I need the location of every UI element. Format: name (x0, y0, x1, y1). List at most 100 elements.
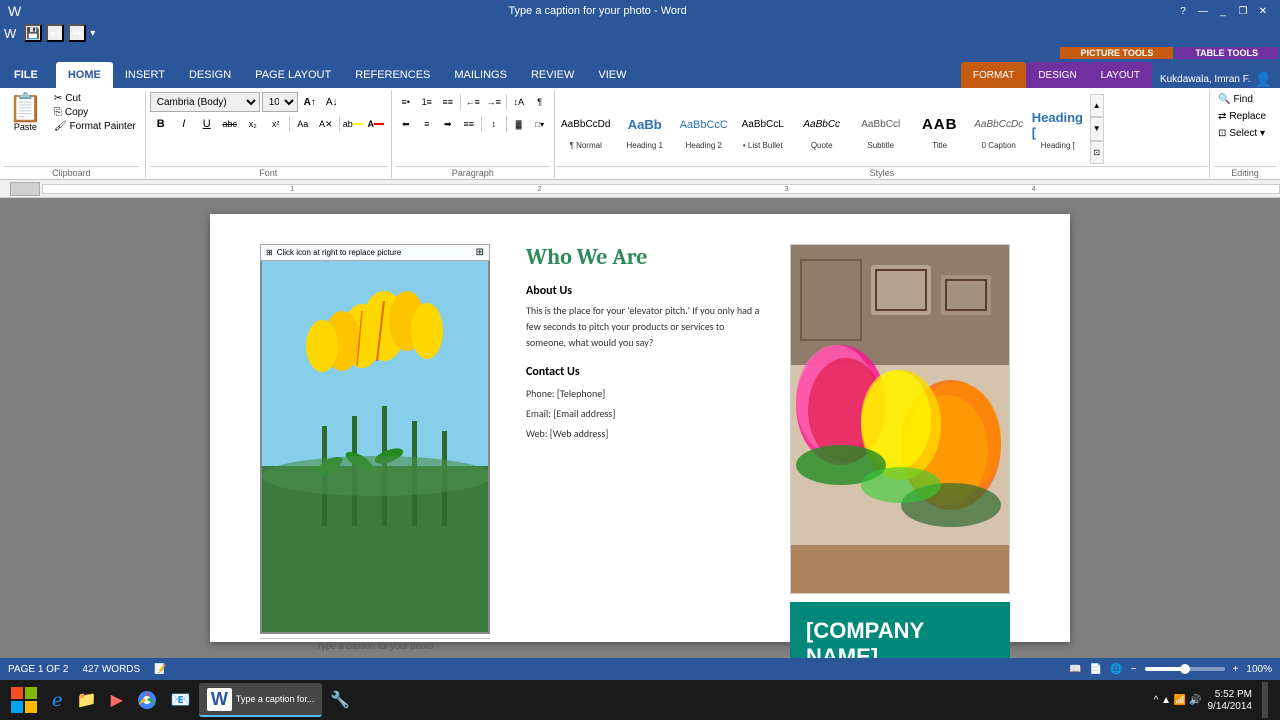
tab-layout[interactable]: LAYOUT (1089, 62, 1152, 88)
italic-button[interactable]: I (173, 114, 195, 134)
tab-references[interactable]: REFERENCES (343, 62, 442, 88)
style-normal[interactable]: AaBbCcDd ¶ Normal (557, 106, 615, 153)
increase-indent-button[interactable]: →≡ (484, 92, 504, 112)
taskbar-misc[interactable]: 🔧 (324, 683, 356, 717)
copy-button[interactable]: ⎘ Copy (51, 106, 139, 119)
word-count: 427 WORDS (82, 664, 140, 675)
multilevel-button[interactable]: ≡≡ (438, 92, 458, 112)
change-case-button[interactable]: Aa (292, 114, 314, 134)
style-heading2-preview: AaBbCcC (678, 109, 730, 141)
zoom-handle[interactable] (1180, 664, 1190, 674)
style-heading-context-preview: Heading [ (1032, 109, 1084, 141)
format-painter-icon: 🖌 (54, 121, 67, 132)
sort-button[interactable]: ↕A (509, 92, 529, 112)
status-bar: PAGE 1 OF 2 427 WORDS 📝 📖 📄 🌐 − + 100% (0, 658, 1280, 680)
highlight-button[interactable]: ab (342, 114, 364, 134)
paragraph-group: ≡• 1≡ ≡≡ ←≡ →≡ ↕A ¶ ⬅ ≡ ➡ ≡≡ ↕ ▓ □▾ (392, 90, 555, 178)
tab-file[interactable]: FILE (0, 62, 52, 88)
show-desktop-btn[interactable] (1262, 682, 1268, 718)
decrease-indent-button[interactable]: ←≡ (463, 92, 483, 112)
styles-expand[interactable]: ⊡ (1090, 141, 1104, 164)
undo-quick-btn[interactable]: ↩ (46, 24, 64, 42)
tab-review[interactable]: REVIEW (519, 62, 586, 88)
style-heading1[interactable]: AaBb Heading 1 (616, 106, 674, 153)
taskbar-media[interactable]: ▶ (105, 683, 129, 717)
tab-home[interactable]: HOME (56, 62, 113, 88)
styles-scroll-up[interactable]: ▲ (1090, 94, 1104, 117)
paste-button[interactable]: 📋 Paste (4, 92, 47, 134)
font-color-button[interactable]: A (365, 114, 387, 134)
ruler-marks: 1 2 3 4 (43, 185, 1279, 193)
clear-format-button[interactable]: A✕ (315, 114, 337, 134)
tab-page-layout[interactable]: PAGE LAYOUT (243, 62, 343, 88)
styles-scroll-arrows: ▲ ▼ ⊡ (1090, 94, 1104, 164)
zoom-out-btn[interactable]: − (1131, 664, 1137, 675)
underline-button[interactable]: U (196, 114, 218, 134)
borders-button[interactable]: □▾ (530, 114, 550, 134)
format-painter-button[interactable]: 🖌 Format Painter (51, 120, 139, 133)
strikethrough-button[interactable]: abc (219, 114, 241, 134)
bullets-button[interactable]: ≡• (396, 92, 416, 112)
style-subtitle[interactable]: AaBbCcl Subtitle (852, 106, 910, 153)
style-quote-label: Quote (811, 141, 833, 150)
web-layout-icon[interactable]: 🌐 (1110, 664, 1122, 675)
subscript-button[interactable]: x₂ (242, 114, 264, 134)
ribbon-display-button[interactable]: — (1194, 4, 1212, 18)
para-sep3 (481, 116, 482, 132)
photo-caption[interactable]: Type a caption for your photo (260, 641, 490, 651)
bold-button[interactable]: B (150, 114, 172, 134)
replace-button[interactable]: ⇄ Replace (1214, 109, 1276, 124)
taskbar-file-manager[interactable]: 📁 (71, 683, 103, 717)
increase-font-button[interactable]: A↑ (300, 92, 320, 112)
align-right-button[interactable]: ➡ (438, 114, 458, 134)
taskbar-word[interactable]: W Type a caption for... (199, 683, 323, 717)
justify-button[interactable]: ≡≡ (459, 114, 479, 134)
taskbar-outlook[interactable]: 📧 (165, 683, 197, 717)
tab-design2[interactable]: DESIGN (1026, 62, 1088, 88)
taskbar-ie[interactable]: ℯ (46, 683, 69, 717)
style-quote[interactable]: AaBbCc Quote (793, 106, 851, 153)
customize-qa-btn[interactable]: ▾ (90, 28, 95, 39)
read-mode-icon[interactable]: 📖 (1069, 664, 1081, 675)
shading-button[interactable]: ▓ (509, 114, 529, 134)
minimize-button[interactable]: _ (1214, 4, 1232, 18)
line-spacing-button[interactable]: ↕ (484, 114, 504, 134)
about-text: This is the place for your 'elevator pit… (526, 303, 764, 351)
font-family-select[interactable]: Cambria (Body) (150, 92, 260, 112)
document-page[interactable]: ⊞ Click icon at right to replace picture… (210, 214, 1070, 642)
font-size-select[interactable]: 10 (262, 92, 298, 112)
save-quick-btn[interactable]: 💾 (24, 24, 42, 42)
select-button[interactable]: ⊡ Select ▾ (1214, 126, 1276, 141)
style-caption[interactable]: AaBbCcDc 0 Caption (970, 106, 1028, 153)
style-list-bullet[interactable]: AaBbCcL • List Bullet (734, 106, 792, 153)
photo-toolbar-right-icon[interactable]: ⊞ (476, 247, 484, 258)
numbering-button[interactable]: 1≡ (417, 92, 437, 112)
photo-image (260, 244, 490, 634)
help-button[interactable]: ? (1174, 4, 1192, 18)
align-left-button[interactable]: ⬅ (396, 114, 416, 134)
superscript-button[interactable]: x² (265, 114, 287, 134)
tab-mailings[interactable]: MAILINGS (442, 62, 519, 88)
zoom-in-btn[interactable]: + (1233, 664, 1239, 675)
cut-button[interactable]: ✂ Cut (51, 92, 139, 105)
photo-container[interactable]: ⊞ Click icon at right to replace picture… (260, 244, 490, 651)
tab-view[interactable]: VIEW (586, 62, 638, 88)
tab-format[interactable]: FORMAT (961, 62, 1026, 88)
start-button[interactable] (4, 682, 44, 718)
print-layout-icon[interactable]: 📄 (1090, 664, 1102, 675)
tab-design[interactable]: DESIGN (177, 62, 243, 88)
restore-button[interactable]: ❐ (1234, 4, 1252, 18)
style-heading-context[interactable]: Heading [ Heading [ (1029, 106, 1087, 153)
tab-insert[interactable]: INSERT (113, 62, 177, 88)
close-button[interactable]: ✕ (1254, 4, 1272, 18)
style-heading2[interactable]: AaBbCcC Heading 2 (675, 106, 733, 153)
taskbar-chrome[interactable] (131, 683, 163, 717)
center-button[interactable]: ≡ (417, 114, 437, 134)
decrease-font-button[interactable]: A↓ (322, 92, 342, 112)
find-button[interactable]: 🔍 Find (1214, 92, 1276, 107)
style-title[interactable]: AAB Title (911, 106, 969, 153)
zoom-slider[interactable] (1145, 667, 1225, 671)
show-marks-button[interactable]: ¶ (530, 92, 550, 112)
redo-quick-btn[interactable]: ↪ (68, 24, 86, 42)
styles-scroll-down[interactable]: ▼ (1090, 117, 1104, 140)
